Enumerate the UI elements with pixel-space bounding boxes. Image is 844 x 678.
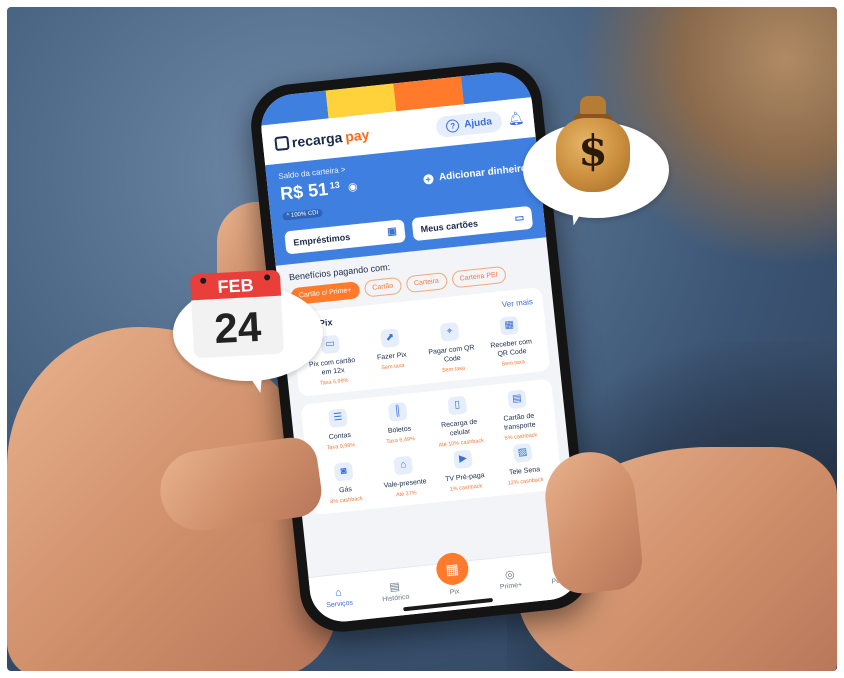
money-bag-neck [580, 96, 606, 116]
tile-prepaid-tv[interactable]: ▶ TV Pré-paga 1% cashback [436, 448, 492, 494]
money-bag-icon: $ [556, 96, 630, 196]
tile-boletos[interactable]: ║ Boletos Taxa 6,49% [371, 400, 428, 455]
barcode-icon: ║ [387, 401, 408, 422]
tile-label: Recarga de celular [440, 418, 478, 438]
loans-icon: ▣ [386, 225, 398, 238]
plus-icon: + [422, 173, 434, 185]
help-icon: ? [445, 118, 460, 133]
tile-make-pix[interactable]: ⬈ Fazer Pix Sem taxa [363, 327, 420, 382]
chip-card[interactable]: Cartão [363, 276, 403, 298]
tile-label: Pagar com QR Code [428, 344, 475, 364]
tile-sub: Sem taxa [381, 362, 405, 372]
tile-label: Tele Sena [508, 466, 541, 477]
tile-bills[interactable]: ☰ Contas Taxa 0,99% [311, 406, 368, 461]
tile-sub: 1% cashback [449, 483, 483, 493]
my-cards-label: Meus cartões [420, 217, 479, 234]
tile-sub: Taxa 0,99% [326, 442, 356, 452]
card-icon: ▭ [514, 212, 525, 225]
calendar-ring [263, 274, 271, 281]
gift-icon: ⌂ [393, 455, 414, 476]
tile-sub: 5% cashback [504, 432, 538, 442]
tile-sub: Sem taxa [501, 359, 526, 368]
tv-icon: ▶ [453, 449, 473, 470]
qr-code-icon: ▦ [499, 315, 520, 336]
tile-sub: Até 10% cashback [438, 437, 485, 449]
tile-label: TV Pré-paga [444, 472, 485, 484]
add-money-button[interactable]: + Adicionar dinheiro [422, 162, 528, 185]
card-icon: ▭ [320, 334, 341, 355]
nav-label: Prime+ [499, 581, 523, 592]
gas-icon: ◙ [333, 461, 354, 482]
tile-label: Gás [338, 486, 353, 495]
chip-wallet[interactable]: Carteira [405, 271, 448, 294]
tile-label: Receber com QR Code [490, 338, 533, 359]
see-more-link[interactable]: Ver mais [501, 297, 533, 309]
my-cards-button[interactable]: Meus cartões ▭ [411, 205, 534, 242]
tile-label: Boletos [387, 425, 412, 435]
balance-value: R$ 51 13 [279, 178, 341, 205]
tile-label: Cartão de transporte [503, 412, 536, 432]
nav-pix[interactable]: ▦ Pix [434, 551, 471, 597]
qr-scan-icon: ⌖ [439, 322, 460, 342]
nav-label: Histórico [381, 593, 410, 604]
calendar-ring [200, 277, 207, 284]
tile-sub: Até 37% [395, 490, 417, 499]
bill-icon: ☰ [328, 408, 348, 428]
logo-text-part1: recarga [291, 129, 344, 151]
help-button[interactable]: ? Ajuda [435, 109, 503, 138]
eye-icon[interactable]: ◉ [347, 180, 358, 194]
nav-label: Serviços [325, 599, 354, 610]
home-indicator [403, 597, 494, 612]
tile-tele-sena[interactable]: ▨ Tele Sena 12% cashback [496, 441, 552, 487]
tile-label: Fazer Pix [376, 351, 407, 362]
tile-sub: 8% cashback [330, 495, 364, 506]
tile-transport-card[interactable]: ▤ Cartão de transporte 5% cashback [490, 388, 547, 443]
nav-prime[interactable]: ◎ Prime+ [498, 567, 523, 591]
loans-label: Empréstimos [292, 231, 351, 248]
logo-text-part2: pay [344, 126, 371, 145]
dollar-sign-icon: $ [578, 126, 608, 175]
ticket-icon: ▨ [512, 443, 533, 463]
help-label: Ajuda [463, 115, 493, 130]
tile-sub: 12% cashback [507, 476, 544, 487]
tile-gift-card[interactable]: ⌂ Vale-presente Até 37% [376, 454, 432, 500]
tile-sub: Taxa 5,99% [319, 377, 349, 387]
tile-phone-recharge[interactable]: ▯ Recarga de celular Até 10% cashback [431, 394, 488, 449]
home-icon: ⌂ [334, 586, 343, 600]
pix-send-icon: ⬈ [380, 328, 400, 349]
nav-services[interactable]: ⌂ Serviços [324, 586, 353, 610]
tile-label: Vale-presente [383, 478, 428, 490]
calendar-month-band: FEB [189, 269, 282, 301]
tile-sub: Sem taxa [441, 365, 466, 374]
tile-gas[interactable]: ◙ Gás 8% cashback [317, 460, 373, 506]
pix-icon: ▦ [434, 551, 470, 587]
bell-icon[interactable]: 🔔︎ [507, 110, 525, 127]
app-logo: recarga pay [274, 126, 370, 152]
add-money-label: Adicionar dinheiro [438, 162, 528, 184]
loans-button[interactable]: Empréstimos ▣ [284, 219, 406, 255]
nav-label: Pix [449, 588, 460, 597]
chip-wallet-pei[interactable]: Carteira PEI [450, 265, 507, 289]
header-actions: ? Ajuda 🔔︎ [435, 108, 525, 138]
phone-icon: ▯ [447, 395, 468, 416]
cdi-badge: ^ 100% CDI [282, 208, 323, 221]
services-card: ☰ Contas Taxa 0,99% ║ Boletos Taxa 6,49%… [300, 378, 563, 516]
tile-label: Contas [328, 431, 352, 442]
tile-sub: Taxa 6,49% [386, 436, 416, 446]
calendar-day: 24 [191, 295, 285, 359]
balance-amount: R$ 51 [279, 178, 330, 204]
prime-icon: ◎ [504, 568, 516, 582]
calendar-icon: FEB 24 [189, 269, 285, 359]
calendar-month: FEB [217, 275, 255, 297]
tile-label: Pix com cartão em 12x [308, 356, 356, 377]
history-icon: ▤ [388, 580, 401, 594]
nav-history[interactable]: ▤ Histórico [380, 579, 410, 604]
tile-receive-qr[interactable]: ▦ Receber com QR Code Sem taxa [482, 314, 539, 369]
balance-cents: 13 [329, 179, 341, 191]
bus-icon: ▤ [507, 389, 527, 410]
logo-icon [274, 135, 290, 152]
tile-pay-qr[interactable]: ⌖ Pagar com QR Code Sem taxa [423, 320, 480, 375]
